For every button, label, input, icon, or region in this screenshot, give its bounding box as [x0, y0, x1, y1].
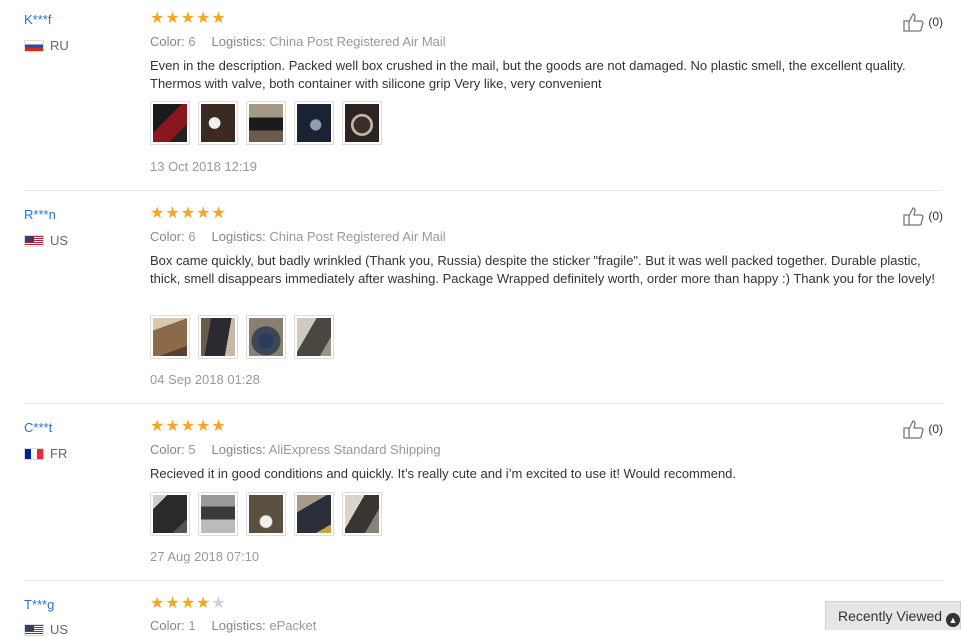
color-value: 6 [188, 34, 196, 49]
star-rating: ★ ★ ★ ★ ★ [150, 595, 226, 612]
review-text: Even in the description. Packed well box… [150, 58, 906, 91]
star-icon: ★ [150, 418, 165, 435]
color-value: 6 [188, 229, 196, 244]
like-count: (0) [928, 15, 943, 29]
order-info: Color: 6 Logistics: China Post Registered… [150, 34, 446, 49]
divider [24, 403, 942, 404]
like-button[interactable]: (0) [902, 419, 943, 439]
star-rating: ★ ★ ★ ★ ★ [150, 10, 226, 27]
logistics-label: Logistics: [211, 34, 266, 49]
thumbs-up-icon [903, 420, 924, 439]
review-photo[interactable] [198, 315, 238, 359]
reviewer-name[interactable]: T***g [24, 597, 54, 612]
color-value: 1 [188, 618, 196, 633]
star-icon: ★ [150, 205, 165, 222]
star-icon: ★ [211, 10, 226, 27]
star-icon: ★ [165, 10, 180, 27]
review-photo[interactable] [246, 101, 286, 145]
thumbs-up-icon [903, 13, 924, 32]
star-icon: ★ [180, 418, 196, 435]
like-count: (0) [928, 209, 943, 223]
logistics-label: Logistics: [211, 229, 266, 244]
review-photo[interactable] [198, 492, 238, 536]
flag-icon [24, 234, 44, 247]
country-code: US [50, 233, 69, 248]
star-icon: ★ [180, 10, 196, 27]
logistics-value: China Post Registered Air Mail [269, 229, 446, 244]
reviewer-country: US [24, 233, 68, 248]
like-count: (0) [928, 422, 943, 436]
review-photo[interactable] [294, 492, 334, 536]
logistics-value: ePacket [269, 618, 317, 633]
reviewer-name[interactable]: K***f [24, 12, 51, 27]
order-info: Color: 1 Logistics: ePacket [150, 618, 316, 633]
star-icon: ★ [150, 10, 165, 27]
review-photos [150, 315, 334, 359]
star-icon: ★ [196, 595, 211, 612]
logistics-label: Logistics: [211, 618, 266, 633]
review-photos [150, 492, 382, 536]
review-photos [150, 101, 382, 145]
star-icon: ★ [165, 205, 180, 222]
review-photo[interactable] [150, 101, 190, 145]
order-info: Color: 6 Logistics: China Post Registered… [150, 229, 446, 244]
review-photo[interactable] [342, 492, 382, 536]
flag-icon [24, 39, 44, 52]
review-photo[interactable] [246, 315, 286, 359]
review-photo[interactable] [342, 101, 382, 145]
star-rating: ★ ★ ★ ★ ★ [150, 418, 226, 435]
logistics-value: China Post Registered Air Mail [269, 34, 446, 49]
color-label: Color: [150, 229, 185, 244]
review-photo[interactable] [294, 315, 334, 359]
star-icon: ★ [165, 418, 180, 435]
star-rating: ★ ★ ★ ★ ★ [150, 205, 226, 222]
country-code: FR [50, 446, 68, 461]
review-photo[interactable] [294, 101, 334, 145]
color-label: Color: [150, 618, 185, 633]
star-icon: ★ [196, 418, 211, 435]
flag-icon [24, 447, 44, 460]
reviewer-country: FR [24, 446, 67, 461]
country-code: RU [50, 38, 69, 53]
recently-viewed-tab[interactable]: Recently Viewed ▲ [825, 601, 961, 630]
star-icon: ★ [196, 10, 211, 27]
divider [24, 580, 942, 581]
order-info: Color: 5 Logistics: AliExpress Standard S… [150, 442, 441, 457]
color-label: Color: [150, 34, 185, 49]
reviewer-country: RU [24, 38, 69, 53]
star-icon: ★ [180, 205, 196, 222]
review-photo[interactable] [150, 315, 190, 359]
reviewer-name[interactable]: C***t [24, 420, 52, 435]
divider [24, 190, 942, 191]
star-icon: ★ [196, 205, 211, 222]
review-date: 04 Sep 2018 01:28 [150, 372, 260, 387]
review-photo[interactable] [198, 101, 238, 145]
review-date: 27 Aug 2018 07:10 [150, 549, 260, 564]
color-value: 5 [188, 442, 196, 457]
star-icon: ★ [211, 418, 226, 435]
like-button[interactable]: (0) [902, 12, 943, 32]
chevron-up-icon: ▲ [946, 613, 960, 627]
star-icon: ★ [150, 595, 165, 612]
review-photo[interactable] [246, 492, 286, 536]
review-photo[interactable] [150, 492, 190, 536]
star-icon: ★ [180, 595, 196, 612]
review-text: Box came quickly, but badly wrinkled (Th… [150, 253, 935, 286]
color-label: Color: [150, 442, 185, 457]
review-date: 13 Oct 2018 12:19 [150, 159, 257, 174]
logistics-label: Logistics: [211, 442, 266, 457]
recently-viewed-label: Recently Viewed [838, 608, 943, 624]
like-button[interactable]: (0) [902, 206, 943, 226]
star-icon: ★ [165, 595, 180, 612]
review-text: Recieved it in good conditions and quick… [150, 466, 737, 481]
star-icon: ★ [211, 595, 226, 612]
reviewer-name[interactable]: R***n [24, 207, 56, 222]
thumbs-up-icon [903, 207, 924, 226]
star-icon: ★ [211, 205, 226, 222]
logistics-value: AliExpress Standard Shipping [268, 442, 441, 457]
